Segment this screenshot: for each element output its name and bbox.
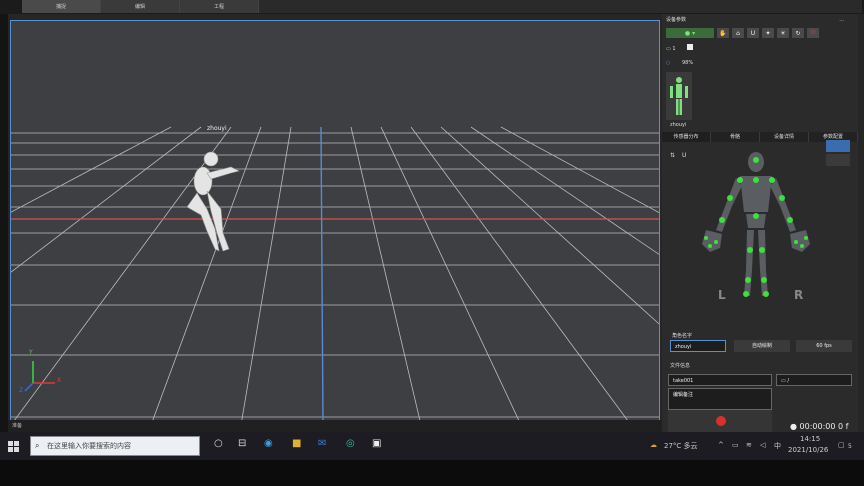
thumbnail-name: zhouyi xyxy=(670,122,687,128)
tab-skeleton[interactable]: 骨骼 xyxy=(711,132,760,142)
notification-icon[interactable]: ▢ xyxy=(838,441,845,449)
body-view-button[interactable] xyxy=(826,140,850,152)
edge-icon[interactable]: ◉ xyxy=(264,438,273,449)
hand-view-button[interactable] xyxy=(826,154,850,166)
tab-capture[interactable]: 捕捉 xyxy=(22,0,101,13)
timecode-value: 00:00:00 0 f xyxy=(799,422,849,431)
axis-y-label: Y xyxy=(29,349,33,356)
left-side-label: L xyxy=(718,288,726,302)
auto-draw-button[interactable]: 自动绘制 xyxy=(734,340,790,352)
battery-percent: 98% xyxy=(681,60,694,66)
status-bar: 准备 xyxy=(8,420,668,432)
task-view-icon[interactable]: ⊟ xyxy=(238,438,246,449)
character-thumbnail[interactable] xyxy=(666,72,692,120)
mail-icon[interactable]: ✉ xyxy=(318,438,326,449)
file-explorer-icon[interactable]: ■ xyxy=(292,438,301,449)
device-row: ▭ 1 xyxy=(666,44,694,52)
wifi-icon[interactable]: ≋ xyxy=(746,441,752,449)
tab-device-details[interactable]: 设备详情 xyxy=(760,132,809,142)
hand-icon[interactable]: ✋ xyxy=(717,28,729,38)
character-name-title: 角色名字 xyxy=(672,333,693,339)
network-icon[interactable]: ▭ xyxy=(732,441,739,449)
timecode-dot-icon: ● xyxy=(790,422,800,431)
search-placeholder: 在这里输入你要搜索的内容 xyxy=(47,442,131,450)
z-axis-line xyxy=(320,126,324,423)
refresh-icon[interactable]: ↻ xyxy=(792,28,804,38)
axis-gizmo xyxy=(24,361,55,392)
device-icon: ▭ xyxy=(666,46,671,52)
mocap-app-icon[interactable]: ▣ xyxy=(372,438,381,449)
panel-title: 设备参数 xyxy=(666,17,687,23)
signal-icon: ○ xyxy=(666,60,671,66)
take-name-input[interactable]: take001 xyxy=(668,374,772,386)
grid-floor xyxy=(11,126,659,423)
power-icon[interactable]: ⏻ xyxy=(807,28,819,38)
fps-select[interactable]: 60 fps xyxy=(796,340,852,352)
notification-count: 5 xyxy=(848,443,852,450)
right-side-label: R xyxy=(794,288,804,302)
clock-time[interactable]: 14:15 xyxy=(800,435,820,443)
cortana-icon[interactable]: ○ xyxy=(214,438,223,449)
weather-icon: ☁ xyxy=(650,441,657,449)
search-icon: ⌕ xyxy=(35,441,40,450)
file-info-title: 文件信息 xyxy=(670,363,691,369)
tab-project[interactable]: 工程 xyxy=(180,0,259,13)
magnet-small-icon[interactable]: U xyxy=(682,152,686,159)
mini-figure-icon xyxy=(670,77,688,115)
clock-date[interactable]: 2021/10/26 xyxy=(788,446,828,454)
volume-icon[interactable]: ◁ xyxy=(760,441,765,449)
monitor-bezel-bottom xyxy=(0,460,864,486)
body-sensor-diagram xyxy=(702,152,810,297)
tray-chevron-icon[interactable]: ^ xyxy=(718,441,724,449)
path-value: / xyxy=(787,378,790,384)
device-checkbox[interactable] xyxy=(687,44,694,50)
device-index: 1 xyxy=(672,46,676,52)
weather-text[interactable]: 27°C 多云 xyxy=(664,441,698,451)
swap-icon[interactable]: ⇅ xyxy=(670,152,675,159)
panel-header: 设备参数 ... xyxy=(662,14,858,26)
magnet-icon[interactable]: U xyxy=(747,28,759,38)
character-name-label: zhouyi xyxy=(207,125,227,132)
device-panel: 设备参数 ... ● ▾ ✋ ⌂ U ✦ ☀ ↻ ⏻ ▭ 1 ○ 98% zho… xyxy=(662,14,858,434)
device-toolbar: ● ▾ ✋ ⌂ U ✦ ☀ ↻ ⏻ xyxy=(662,26,858,40)
timecode: ● 00:00:00 0 f xyxy=(790,422,848,431)
mode-tabbar: 捕捉 编辑 工程 xyxy=(22,0,862,13)
more-icon[interactable]: ... xyxy=(839,14,844,26)
ime-indicator[interactable]: 中 xyxy=(774,441,781,451)
axis-x-label: X xyxy=(57,377,62,384)
3d-viewport[interactable]: zhouyi Y X Z xyxy=(10,20,660,424)
calibrate-icon[interactable]: ⌂ xyxy=(732,28,744,38)
record-button[interactable] xyxy=(716,416,726,426)
status-text: 准备 xyxy=(12,423,23,429)
tab-edit[interactable]: 编辑 xyxy=(101,0,180,13)
connect-icon[interactable]: ● ▾ xyxy=(666,28,714,38)
path-field[interactable]: ▭ / xyxy=(776,374,852,386)
tab-sensor-layout[interactable]: 传感器分布 xyxy=(662,132,711,142)
character-name-input[interactable]: zhouyi xyxy=(670,340,726,352)
sensor-body-view: ⇅ U L R xyxy=(666,140,854,322)
app-green-icon[interactable]: ◎ xyxy=(346,438,355,449)
windows-taskbar: ⌕ 在这里输入你要搜索的内容 ○ ⊟ ◉ ■ ✉ ◎ ▣ ☁ 27°C 多云 ^… xyxy=(0,432,864,460)
note-input[interactable]: 编辑备注 xyxy=(668,388,772,410)
record-area xyxy=(668,410,772,432)
axis-z-label: Z xyxy=(19,387,24,394)
windows-start-icon[interactable] xyxy=(8,438,20,452)
character-model xyxy=(186,151,240,252)
pose-icon[interactable]: ✦ xyxy=(762,28,774,38)
taskbar-search-box[interactable]: ⌕ 在这里输入你要搜索的内容 xyxy=(30,436,200,456)
battery-row: ○ 98% xyxy=(666,60,693,66)
light-icon[interactable]: ☀ xyxy=(777,28,789,38)
